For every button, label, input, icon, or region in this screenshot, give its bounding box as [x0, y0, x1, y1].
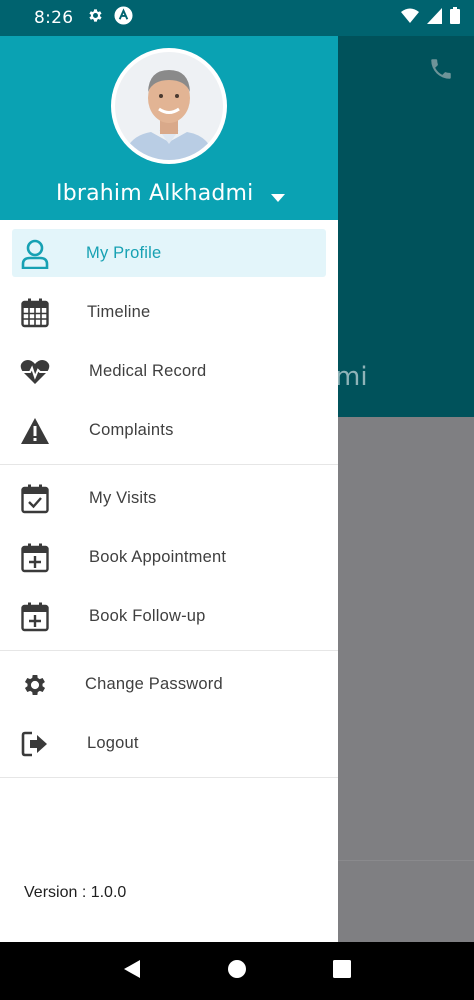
- menu-item-label: Complaints: [89, 421, 174, 439]
- home-icon[interactable]: [227, 959, 247, 984]
- menu-item-label: Timeline: [87, 303, 151, 321]
- wifi-icon: [401, 8, 419, 29]
- background-divider: [338, 860, 474, 861]
- calendar-plus-icon: [20, 602, 50, 632]
- version-label: Version : 1.0.0: [24, 884, 127, 901]
- calendar-check-icon: [20, 484, 50, 514]
- warning-icon: [20, 416, 50, 446]
- calendar-plus-icon: [20, 543, 50, 573]
- menu-item-label: Medical Record: [89, 362, 207, 380]
- heartbeat-icon: [20, 357, 50, 387]
- menu-item-change-password[interactable]: Change Password: [0, 655, 338, 714]
- menu-item-label: Book Appointment: [89, 548, 227, 566]
- avatar[interactable]: [111, 48, 227, 164]
- navigation-drawer: Ibrahim Alkhadmi My Profile Timeline Med…: [0, 36, 338, 942]
- user-name[interactable]: Ibrahim Alkhadmi: [56, 181, 254, 206]
- calendar-grid-icon: [20, 298, 50, 328]
- recents-icon[interactable]: [333, 959, 351, 983]
- menu-group-main: My Profile Timeline Medical Record Compl…: [0, 224, 338, 465]
- menu-item-label: Logout: [87, 734, 139, 752]
- caret-down-icon[interactable]: [271, 189, 285, 207]
- gear-icon: [87, 7, 104, 29]
- back-icon[interactable]: [123, 959, 141, 984]
- status-bar: 8:26: [0, 0, 474, 36]
- menu-item-label: Change Password: [85, 675, 223, 693]
- menu-item-my-visits[interactable]: My Visits: [0, 469, 338, 528]
- menu-item-label: My Profile: [86, 244, 162, 262]
- menu-group-account: Change Password Logout: [0, 651, 338, 778]
- avatar-photo: [115, 52, 223, 160]
- phone-icon: [428, 56, 454, 87]
- menu-item-my-profile[interactable]: My Profile: [0, 224, 338, 283]
- menu-group-visits: My Visits Book Appointment Book Follow-u…: [0, 465, 338, 651]
- menu-item-label: My Visits: [89, 489, 157, 507]
- logout-icon: [20, 729, 50, 759]
- menu-item-timeline[interactable]: Timeline: [0, 283, 338, 342]
- status-time: 8:26: [34, 8, 74, 28]
- active-highlight: [12, 229, 326, 277]
- app-a-icon: [114, 6, 133, 30]
- system-nav-bar: [0, 942, 474, 1000]
- menu-item-label: Book Follow-up: [89, 607, 206, 625]
- battery-icon: [450, 7, 460, 29]
- menu-item-complaints[interactable]: Complaints: [0, 401, 338, 460]
- menu-item-medical-record[interactable]: Medical Record: [0, 342, 338, 401]
- menu-item-book-appointment[interactable]: Book Appointment: [0, 528, 338, 587]
- signal-icon: [427, 7, 442, 29]
- drawer-header: Ibrahim Alkhadmi: [0, 36, 338, 220]
- gear-icon: [20, 670, 50, 700]
- menu-item-logout[interactable]: Logout: [0, 714, 338, 773]
- menu-item-book-follow-up[interactable]: Book Follow-up: [0, 587, 338, 646]
- drawer-menu: My Profile Timeline Medical Record Compl…: [0, 220, 338, 778]
- person-icon: [20, 239, 50, 269]
- background-name-fragment: mi: [335, 362, 368, 392]
